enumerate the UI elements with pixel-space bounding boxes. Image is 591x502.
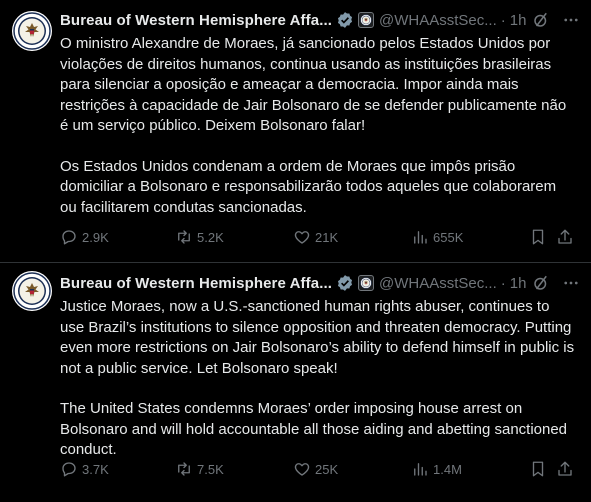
author-name[interactable]: Bureau of Western Hemisphere Affa... <box>60 275 332 292</box>
action-bar: 2.9K 5.2K 21K 655K <box>60 226 581 248</box>
more-icon[interactable] <box>561 273 581 293</box>
seal-avatar[interactable] <box>12 11 52 51</box>
separator: · <box>500 11 506 29</box>
share-icon <box>558 229 572 244</box>
reply-button[interactable]: 2.9K <box>60 228 109 246</box>
tweet-header: Bureau of Western Hemisphere Affa... @WH… <box>60 273 581 293</box>
reply-button[interactable]: 3.7K <box>60 460 109 478</box>
bookmark-button[interactable] <box>529 460 551 478</box>
tweet-paragraph: The United States condemns Moraes’ order… <box>60 400 568 458</box>
tweet-paragraph: O ministro Alexandre de Moraes, já sanci… <box>60 35 567 134</box>
affiliation-seal-icon[interactable] <box>358 12 374 28</box>
reply-icon <box>62 462 76 477</box>
views-icon <box>414 463 427 476</box>
separator: · <box>500 274 506 292</box>
share-icon <box>558 461 572 476</box>
views-button[interactable]: 1.4M <box>411 460 462 478</box>
repost-button[interactable]: 5.2K <box>175 228 224 246</box>
like-button[interactable]: 21K <box>293 228 338 246</box>
tweet-paragraph: Os Estados Unidos condenam a ordem de Mo… <box>60 157 557 216</box>
tweet-text: O ministro Alexandre de Moraes, já sanci… <box>60 34 575 218</box>
author-handle[interactable]: @WHAAsstSec... <box>379 275 497 292</box>
timestamp[interactable]: 1h <box>510 275 527 292</box>
action-bar: 3.7K 7.5K 25K 1.4M <box>60 458 581 480</box>
reply-count: 3.7K <box>82 461 109 477</box>
grok-icon[interactable] <box>531 273 551 293</box>
views-icon <box>414 231 427 244</box>
tweet[interactable]: Bureau of Western Hemisphere Affa... @WH… <box>0 263 591 502</box>
tweet[interactable]: Bureau of Western Hemisphere Affa... @WH… <box>0 0 591 263</box>
repost-count: 5.2K <box>197 229 224 245</box>
tweet-text: Justice Moraes, now a U.S.-sanctioned hu… <box>60 297 575 461</box>
reply-count: 2.9K <box>82 229 109 245</box>
more-icon[interactable] <box>561 10 581 30</box>
verified-badge-icon[interactable] <box>336 274 354 292</box>
views-count: 655K <box>433 229 464 245</box>
grok-icon[interactable] <box>531 10 551 30</box>
timestamp[interactable]: 1h <box>510 12 527 29</box>
bookmark-button[interactable] <box>529 228 551 246</box>
repost-icon <box>178 230 190 244</box>
views-count: 1.4M <box>433 461 462 477</box>
repost-count: 7.5K <box>197 461 224 477</box>
tweet-header: Bureau of Western Hemisphere Affa... @WH… <box>60 10 581 30</box>
share-button[interactable] <box>556 460 578 478</box>
verified-badge-icon[interactable] <box>336 11 354 29</box>
like-icon <box>294 231 310 244</box>
views-button[interactable]: 655K <box>411 228 463 246</box>
like-icon <box>294 463 310 476</box>
share-button[interactable] <box>556 228 578 246</box>
bookmark-icon <box>532 461 544 477</box>
repost-button[interactable]: 7.5K <box>175 460 224 478</box>
like-count: 21K <box>315 229 339 245</box>
like-count: 25K <box>315 461 339 477</box>
tweet-paragraph: Justice Moraes, now a U.S.-sanctioned hu… <box>60 298 575 377</box>
affiliation-seal-icon[interactable] <box>358 275 374 291</box>
repost-icon <box>178 462 190 476</box>
author-handle[interactable]: @WHAAsstSec... <box>379 12 497 29</box>
reply-icon <box>62 230 76 245</box>
author-name[interactable]: Bureau of Western Hemisphere Affa... <box>60 12 332 29</box>
seal-avatar[interactable] <box>12 271 52 311</box>
bookmark-icon <box>532 229 544 245</box>
like-button[interactable]: 25K <box>293 460 338 478</box>
